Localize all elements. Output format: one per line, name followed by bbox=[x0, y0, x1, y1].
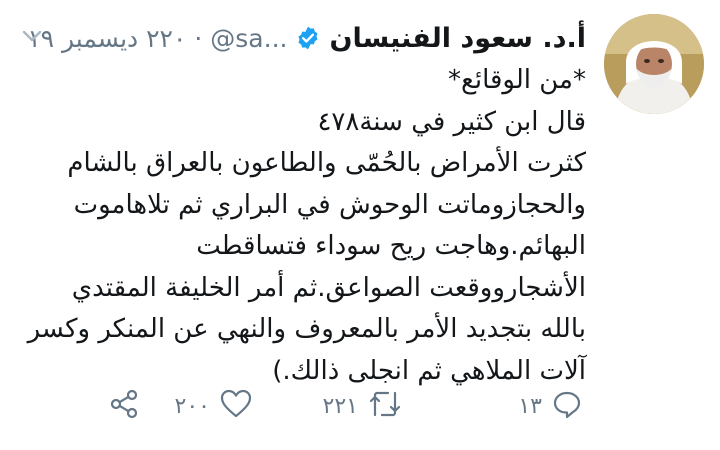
tweet-line: بالله بتجديد الأمر بالمعروف والنهي عن ال… bbox=[27, 314, 586, 344]
author-meta: @sa... · ٢٢٠ ديسمبر ١٩ bbox=[27, 24, 287, 53]
author-display-name[interactable]: أ.د. سعود الفنيسان bbox=[329, 23, 586, 54]
tweet-header: أ.د. سعود الفنيسان @sa... · ٢٢٠ ديسمبر ١… bbox=[14, 18, 586, 58]
tweet-line: *من الوقائع* bbox=[448, 65, 586, 95]
like-button[interactable]: ٢٠٠ bbox=[175, 384, 252, 428]
avatar[interactable] bbox=[604, 14, 704, 114]
tweet-card[interactable]: أ.د. سعود الفنيسان @sa... · ٢٢٠ ديسمبر ١… bbox=[0, 0, 720, 450]
reply-count: ١٣ bbox=[518, 393, 542, 419]
share-icon bbox=[108, 388, 140, 424]
meta-separator: · bbox=[186, 23, 203, 53]
tweet-line: الأشجاروو‌قعت الصواعق.ثم أمر الخليفة الم… bbox=[71, 272, 586, 303]
reply-icon bbox=[552, 389, 582, 423]
tweet-line: البهائم.وهاجت ريح سوداء فتساقطت bbox=[196, 231, 586, 261]
reply-button[interactable]: ١٣ bbox=[518, 384, 582, 428]
retweet-button[interactable]: ٢٢١ bbox=[323, 384, 402, 428]
author-handle[interactable]: @sa... bbox=[210, 24, 287, 53]
avatar-image bbox=[604, 14, 704, 114]
tweet-line: قال ابن كثير في سنة٤٧٨ bbox=[317, 106, 586, 137]
share-button[interactable] bbox=[108, 384, 140, 428]
retweet-count: ٢٢١ bbox=[322, 393, 358, 419]
tweet-actions: ١٣ ٢٢١ ٢٠٠ bbox=[100, 384, 586, 428]
retweet-icon bbox=[368, 389, 402, 423]
tweet-line: كثرت الأمراض بالحُمّى والطاعون بالعراق ب… bbox=[67, 148, 586, 178]
chevron-down-icon[interactable] bbox=[18, 22, 46, 50]
heart-icon bbox=[220, 389, 252, 423]
tweet-date[interactable]: ٢٢٠ ديسمبر ١٩ bbox=[27, 24, 186, 53]
like-count: ٢٠٠ bbox=[174, 393, 210, 419]
tweet-line: والحجازوماتت الوحوش في البراري ثم تلاهام… bbox=[73, 189, 586, 220]
tweet-text: *من الوقائع* قال ابن كثير في سنة٤٧٨ كثرت… bbox=[14, 60, 586, 392]
verified-badge-icon bbox=[295, 25, 321, 51]
